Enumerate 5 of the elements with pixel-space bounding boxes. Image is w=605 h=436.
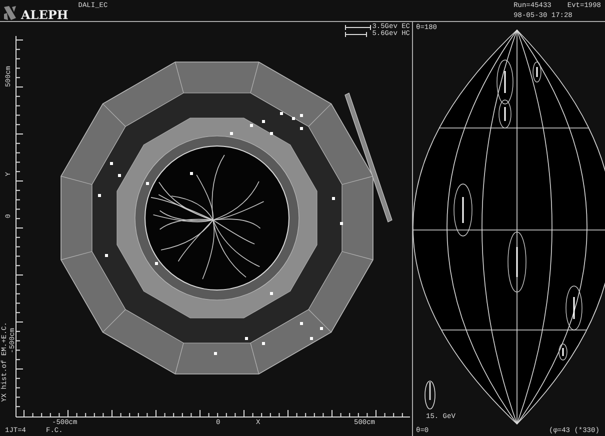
logo-text: ALEPH [21,9,68,21]
logo-icon [3,5,17,21]
scale-bar-icon [345,32,368,37]
scale-marker-icon [424,380,436,410]
scale-bar-icon [345,25,372,30]
